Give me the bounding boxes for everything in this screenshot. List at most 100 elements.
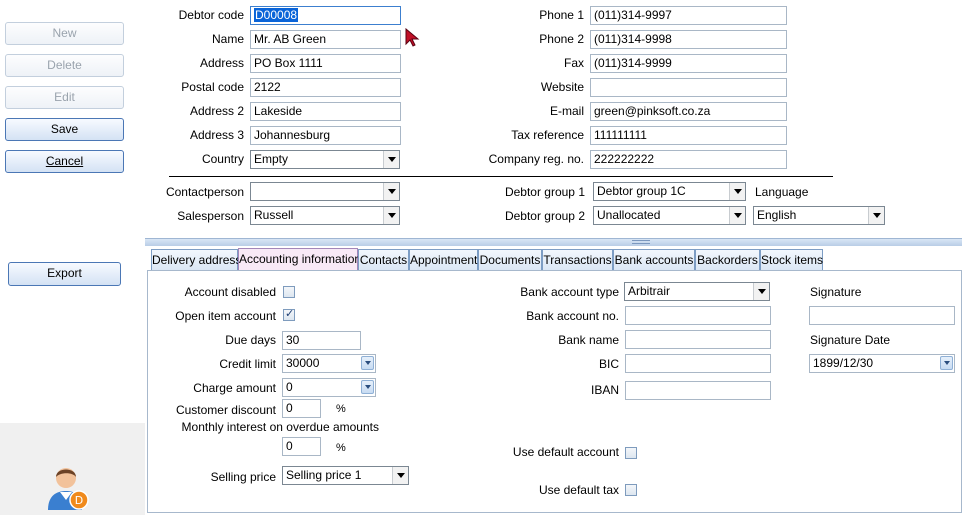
chevron-down-icon[interactable] xyxy=(753,283,769,300)
tab-backorders[interactable]: Backorders xyxy=(695,249,760,270)
save-button[interactable]: Save xyxy=(5,118,124,141)
salesperson-select[interactable]: Russell xyxy=(250,206,400,225)
open-item-account-label: Open item account xyxy=(175,309,276,323)
delete-button[interactable]: Delete xyxy=(5,54,124,77)
tab-contacts[interactable]: Contacts xyxy=(358,249,409,270)
splitter-bar[interactable] xyxy=(145,238,962,246)
address3-input[interactable]: Johannesburg xyxy=(250,126,401,145)
contactperson-label: Contactperson xyxy=(165,185,244,199)
debtor-group1-value: Debtor group 1C xyxy=(597,184,686,198)
fax-label: Fax xyxy=(563,56,584,70)
due-days-label: Due days xyxy=(225,333,276,347)
tab-stock-items[interactable]: Stock items xyxy=(760,249,823,270)
chevron-down-icon[interactable] xyxy=(729,207,745,224)
chevron-down-icon[interactable] xyxy=(940,356,953,370)
use-default-tax-checkbox[interactable] xyxy=(625,484,637,496)
tab-accounting-information[interactable]: Accounting information xyxy=(238,248,361,270)
selling-price-select[interactable]: Selling price 1 xyxy=(282,466,409,485)
due-days-input[interactable]: 30 xyxy=(282,331,361,350)
signature-date-value: 1899/12/30 xyxy=(813,356,874,370)
debtor-code-value: D00008 xyxy=(254,8,299,22)
email-label: E-mail xyxy=(549,104,584,118)
use-default-account-checkbox[interactable] xyxy=(625,447,637,459)
chevron-down-icon[interactable] xyxy=(361,356,374,370)
tab-bank-accounts[interactable]: Bank accounts xyxy=(613,249,695,270)
name-input[interactable]: Mr. AB Green xyxy=(250,30,401,49)
charge-amount-input[interactable]: 0 xyxy=(282,378,376,397)
tab-appointment[interactable]: Appointment xyxy=(409,249,478,270)
bank-account-no-label: Bank account no. xyxy=(526,309,619,323)
monthly-interest-input[interactable]: 0 xyxy=(282,437,321,456)
address-input[interactable]: PO Box 1111 xyxy=(250,54,401,73)
language-value: English xyxy=(757,208,797,222)
tab-delivery-address[interactable]: Delivery address xyxy=(151,249,241,270)
monthly-interest-label: Monthly interest on overdue amounts xyxy=(181,420,379,434)
customer-discount-unit: % xyxy=(336,403,346,415)
debtor-group2-value: Unallocated xyxy=(597,208,661,222)
customer-discount-label: Customer discount xyxy=(175,403,276,417)
export-button[interactable]: Export xyxy=(8,262,121,286)
salesperson-value: Russell xyxy=(254,208,294,222)
contactperson-select[interactable] xyxy=(250,182,400,201)
chevron-down-icon[interactable] xyxy=(383,183,399,200)
phone1-label: Phone 1 xyxy=(539,8,584,22)
company-reg-input[interactable]: 222222222 xyxy=(590,150,787,169)
credit-limit-input[interactable]: 30000 xyxy=(282,354,376,373)
website-label: Website xyxy=(540,80,584,94)
signature-input[interactable] xyxy=(809,306,955,325)
debtor-group1-select[interactable]: Debtor group 1C xyxy=(593,182,746,201)
iban-input[interactable] xyxy=(625,381,771,400)
tax-reference-input[interactable]: 111111111 xyxy=(590,126,787,145)
language-label: Language xyxy=(755,185,809,199)
bank-name-input[interactable] xyxy=(625,330,771,349)
chevron-down-icon[interactable] xyxy=(868,207,884,224)
chevron-down-icon[interactable] xyxy=(361,380,374,394)
salesperson-label: Salesperson xyxy=(177,209,244,223)
phone1-input[interactable]: (011)314-9997 xyxy=(590,6,787,25)
email-input[interactable]: green@pinksoft.co.za xyxy=(590,102,787,121)
use-default-tax-label: Use default tax xyxy=(538,483,619,497)
open-item-account-checkbox[interactable] xyxy=(283,307,295,321)
address2-input[interactable]: Lakeside xyxy=(250,102,401,121)
address-label: Address xyxy=(199,56,244,70)
signature-date-label: Signature Date xyxy=(810,333,891,347)
mouse-cursor-icon xyxy=(405,28,420,47)
country-label: Country xyxy=(201,152,244,166)
credit-limit-value: 30000 xyxy=(286,356,320,370)
website-input[interactable] xyxy=(590,78,787,97)
country-value: Empty xyxy=(254,152,289,166)
bank-account-type-select[interactable]: Arbitrair xyxy=(624,282,770,301)
new-button[interactable]: New xyxy=(5,22,124,45)
bic-label: BIC xyxy=(598,357,619,371)
credit-limit-label: Credit limit xyxy=(219,357,276,371)
debtor-group2-label: Debtor group 2 xyxy=(504,209,585,223)
tab-documents[interactable]: Documents xyxy=(478,249,542,270)
chevron-down-icon[interactable] xyxy=(383,207,399,224)
chevron-down-icon[interactable] xyxy=(383,151,399,168)
phone2-input[interactable]: (011)314-9998 xyxy=(590,30,787,49)
debtor-code-input[interactable]: D00008 xyxy=(250,6,401,25)
bank-account-no-input[interactable] xyxy=(625,306,771,325)
company-reg-label: Company reg. no. xyxy=(488,152,584,166)
charge-amount-label: Charge amount xyxy=(193,381,276,395)
selling-price-label: Selling price xyxy=(210,470,276,484)
account-disabled-checkbox[interactable] xyxy=(283,286,295,298)
postal-code-label: Postal code xyxy=(181,80,244,94)
splitter-grip-icon[interactable] xyxy=(632,240,650,244)
fax-input[interactable]: (011)314-9999 xyxy=(590,54,787,73)
debtor-group2-select[interactable]: Unallocated xyxy=(593,206,746,225)
edit-button[interactable]: Edit xyxy=(5,86,124,109)
iban-label: IBAN xyxy=(590,383,619,397)
customer-discount-input[interactable]: 0 xyxy=(282,399,321,418)
account-disabled-label: Account disabled xyxy=(184,285,276,299)
chevron-down-icon[interactable] xyxy=(729,183,745,200)
bic-input[interactable] xyxy=(625,354,771,373)
tab-transactions[interactable]: Transactions xyxy=(542,249,613,270)
cancel-button[interactable]: Cancel xyxy=(5,150,124,173)
postal-code-input[interactable]: 2122 xyxy=(250,78,401,97)
user-avatar-icon[interactable]: D xyxy=(46,462,90,512)
chevron-down-icon[interactable] xyxy=(392,467,408,484)
signature-date-picker[interactable]: 1899/12/30 xyxy=(809,354,955,373)
country-select[interactable]: Empty xyxy=(250,150,400,169)
language-select[interactable]: English xyxy=(753,206,885,225)
